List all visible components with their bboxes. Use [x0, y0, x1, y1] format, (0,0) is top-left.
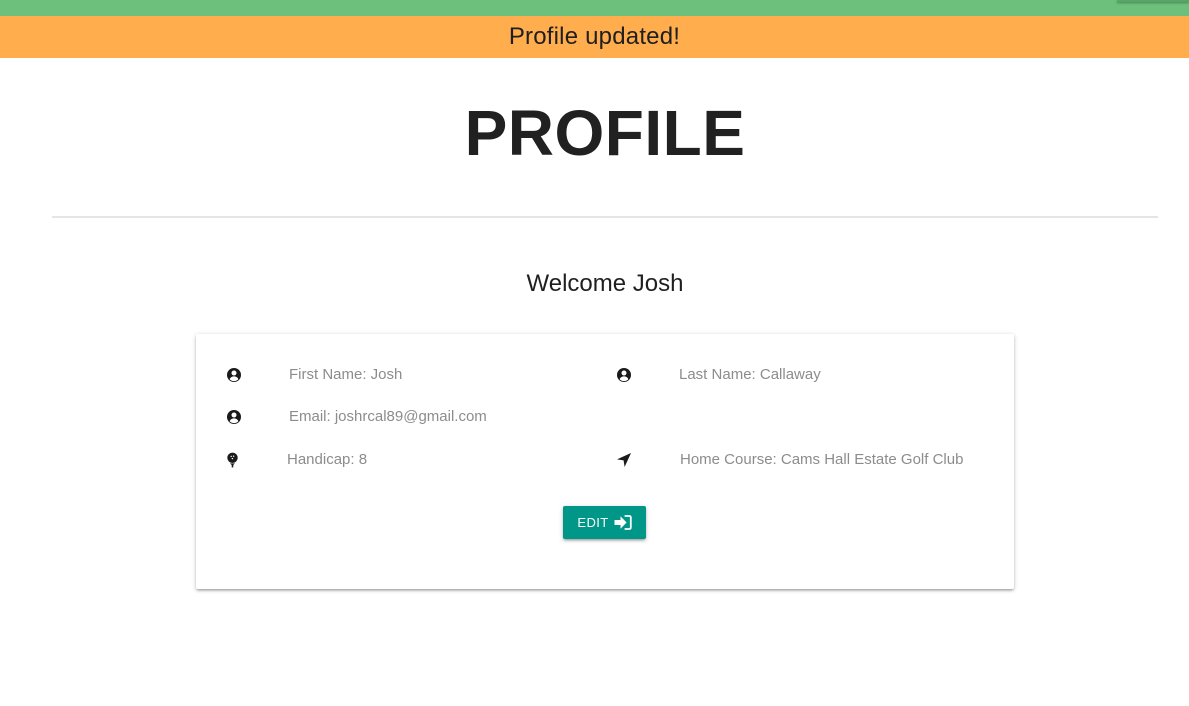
- top-bar-tab[interactable]: [1117, 0, 1189, 2]
- edit-button[interactable]: EDIT: [563, 506, 646, 539]
- location-arrow-icon: [617, 453, 631, 467]
- handicap-label: Handicap: 8: [287, 451, 368, 468]
- top-bar: [0, 0, 1189, 16]
- edit-button-label: EDIT: [577, 515, 609, 530]
- first-name-field: First Name: Josh: [226, 365, 586, 385]
- email-label: Email: joshrcal89@gmail.com: [289, 408, 487, 425]
- home-course-field: Home Course: Cams Hall Estate Golf Club: [616, 450, 1006, 470]
- golf-ball-tee-icon: [227, 452, 238, 468]
- handicap-field: Handicap: 8: [226, 450, 586, 470]
- profile-card: First Name: Josh Last Name: Callaway Ema…: [196, 334, 1014, 589]
- last-name-field: Last Name: Callaway: [616, 365, 996, 385]
- flash-message: Profile updated!: [0, 16, 1189, 58]
- account-circle-icon: [617, 368, 631, 382]
- home-course-label: Home Course: Cams Hall Estate Golf Club: [680, 451, 964, 468]
- email-field: Email: joshrcal89@gmail.com: [226, 407, 606, 427]
- last-name-label: Last Name: Callaway: [679, 366, 821, 383]
- first-name-label: First Name: Josh: [289, 366, 403, 383]
- divider: [52, 216, 1158, 218]
- sign-in-icon: [614, 515, 632, 530]
- page-title: PROFILE: [464, 97, 746, 169]
- welcome-heading: Welcome Josh: [526, 270, 684, 297]
- account-circle-icon: [227, 410, 241, 424]
- flash-message-text: Profile updated!: [508, 23, 681, 50]
- account-circle-icon: [227, 368, 241, 382]
